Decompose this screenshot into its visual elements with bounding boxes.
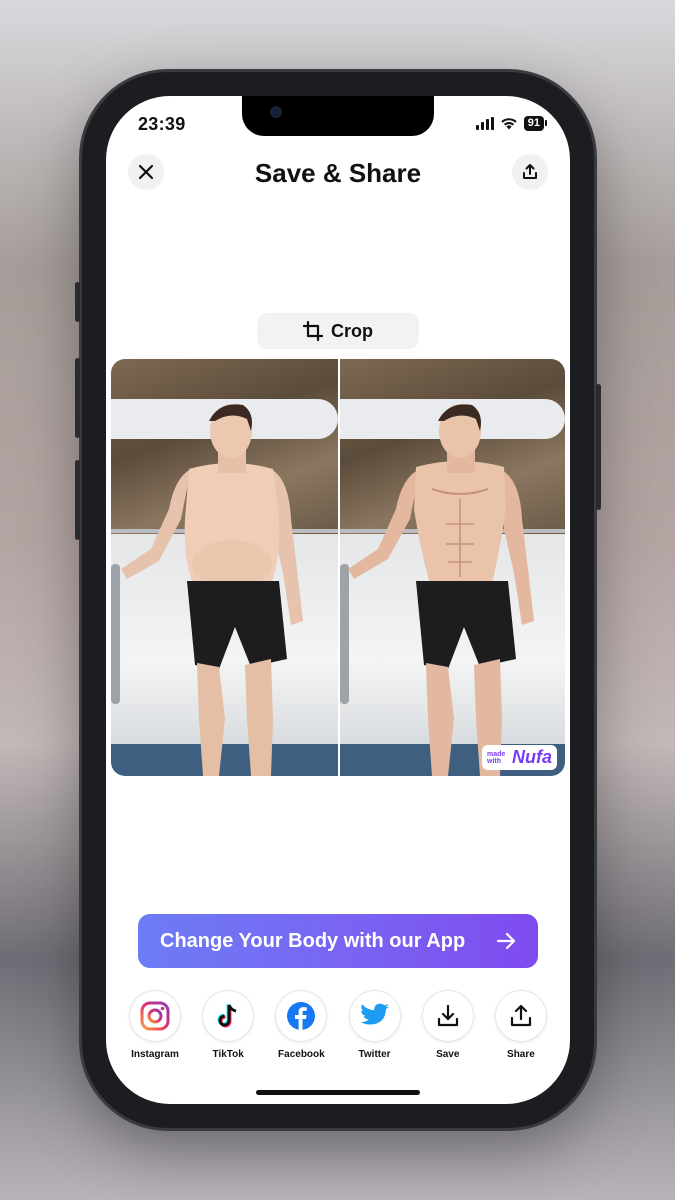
volume-down-button [75, 460, 80, 540]
share-twitter[interactable]: Twitter [346, 990, 404, 1060]
twitter-icon [360, 1003, 389, 1025]
phone-frame: 23:39 91 Save & Share Crop made with Nuf… [75, 72, 601, 1128]
share-label-tiktok: TikTok [212, 1049, 244, 1060]
after-photo: made with Nufa [338, 359, 565, 776]
status-time: 23:39 [138, 114, 186, 134]
share-label-share: Share [507, 1049, 535, 1060]
share-tiktok[interactable]: TikTok [199, 990, 257, 1060]
wifi-icon [501, 118, 517, 130]
share-share[interactable]: Share [492, 990, 550, 1060]
share-icon [510, 1004, 532, 1027]
after-figure [340, 404, 534, 776]
power-button [596, 384, 601, 510]
change-body-cta-button[interactable]: Change Your Body with our App [138, 914, 538, 968]
download-icon [437, 1004, 458, 1027]
cta-label: Change Your Body with our App [160, 929, 466, 952]
upload-icon [523, 164, 537, 179]
before-after-comparison: made with Nufa [111, 359, 565, 776]
share-button[interactable] [494, 990, 547, 1042]
battery-indicator: 91 [523, 116, 548, 131]
crop-icon [303, 321, 323, 341]
facebook-button[interactable] [275, 990, 328, 1042]
crop-button[interactable]: Crop [257, 313, 419, 349]
share-label-instagram: Instagram [131, 1049, 179, 1060]
share-label-facebook: Facebook [278, 1049, 325, 1060]
app-screen: 23:39 91 Save & Share Crop made with Nuf… [106, 96, 570, 1104]
page-title: Save & Share [254, 158, 422, 188]
volume-up-button [75, 358, 80, 438]
share-instagram[interactable]: Instagram [126, 990, 184, 1060]
instagram-button[interactable] [129, 990, 181, 1042]
arrow-right-icon [496, 932, 516, 950]
front-camera [270, 106, 282, 118]
instagram-icon [140, 1001, 170, 1031]
tiktok-button[interactable] [202, 990, 255, 1042]
mute-switch [75, 282, 80, 322]
export-button[interactable] [512, 154, 548, 190]
before-figure [111, 404, 303, 776]
share-label-save: Save [436, 1049, 460, 1060]
watermark-badge: made with Nufa [482, 745, 557, 770]
share-save[interactable]: Save [419, 990, 477, 1060]
share-targets: Instagram TikTok Facebook Twitter Save S… [126, 990, 550, 1060]
home-indicator[interactable] [256, 1090, 420, 1095]
twitter-button[interactable] [348, 990, 401, 1042]
save-button[interactable] [421, 990, 474, 1042]
status-icons: 91 [475, 116, 548, 131]
watermark-caption: made with [487, 750, 506, 765]
facebook-icon [287, 1002, 316, 1030]
tiktok-icon [217, 1004, 237, 1028]
share-label-twitter: Twitter [358, 1049, 391, 1060]
notch [242, 96, 434, 136]
crop-label: Crop [331, 320, 373, 341]
share-facebook[interactable]: Facebook [272, 990, 330, 1060]
before-photo [111, 359, 338, 776]
watermark-brand: Nufa [512, 747, 552, 767]
cellular-signal-icon [475, 117, 494, 130]
